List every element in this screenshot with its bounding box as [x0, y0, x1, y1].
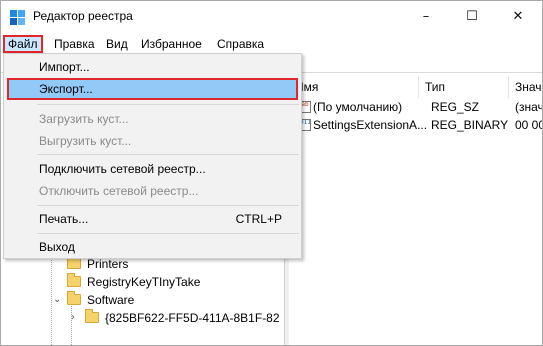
menu-item-connect-network-registry[interactable]: Подключить сетевой реестр...	[7, 158, 298, 180]
file-menu-dropdown: Импорт... Экспорт... Загрузить куст... В…	[3, 53, 302, 259]
menu-item-exit[interactable]: Выход	[7, 236, 298, 258]
value-row[interactable]: 011 SettingsExtensionA... REG_BINARY 00 …	[289, 116, 542, 134]
menu-item-import[interactable]: Импорт...	[7, 56, 298, 78]
menu-view[interactable]: Вид	[101, 35, 133, 53]
regedit-app-icon	[10, 10, 26, 26]
column-header-value[interactable]: Значе	[509, 76, 542, 98]
value-data: (знач	[515, 100, 543, 114]
column-header-name[interactable]: Имя	[289, 76, 419, 98]
menu-item-print-label: Печать...	[39, 212, 89, 226]
chevron-down-icon[interactable]: ⌄	[53, 291, 61, 309]
folder-icon	[85, 309, 99, 323]
close-button[interactable]: ✕	[495, 1, 541, 31]
value-name: SettingsExtensionA...	[313, 118, 428, 132]
value-type: REG_SZ	[431, 100, 480, 114]
menu-item-unload-hive: Выгрузить куст...	[39, 134, 132, 148]
window-title: Редактор реестра	[33, 9, 133, 23]
value-data: 00 00	[515, 118, 543, 132]
folder-open-icon	[67, 291, 81, 305]
menu-item-print[interactable]: Печать... CTRL+P	[7, 208, 298, 230]
menu-edit[interactable]: Правка	[49, 35, 100, 53]
tree-item-label: {825BF622-FF5D-411A-8B1F-82	[105, 311, 280, 325]
values-pane[interactable]: Имя Тип Значе ab (По умолчанию) REG_SZ (…	[289, 74, 542, 345]
menu-bar: Файл Правка Вид Избранное Справка	[1, 33, 542, 53]
tree-item-label: Software	[87, 293, 135, 307]
minimize-button[interactable]: –	[403, 1, 449, 31]
menu-item-load-hive: Загрузить куст...	[39, 112, 129, 126]
folder-icon	[67, 255, 81, 269]
menu-item-export[interactable]: Экспорт...	[7, 78, 298, 100]
menu-separator	[37, 205, 299, 206]
value-type: REG_BINARY	[431, 118, 509, 132]
value-row[interactable]: ab (По умолчанию) REG_SZ (знач	[289, 98, 542, 116]
maximize-button[interactable]: ☐	[449, 1, 495, 31]
menu-item-disconnect-network-registry: Отключить сетевой реестр...	[39, 184, 199, 198]
tree-item-label: RegistryKeyTInyTake	[87, 275, 201, 289]
menu-favorites[interactable]: Избранное	[136, 35, 207, 53]
menu-separator	[37, 104, 299, 105]
menu-separator	[37, 154, 299, 155]
chevron-right-icon[interactable]: ›	[71, 309, 75, 327]
print-shortcut: CTRL+P	[235, 212, 282, 226]
menu-separator	[37, 233, 299, 234]
title-bar: Редактор реестра – ☐ ✕	[1, 1, 542, 33]
folder-icon	[67, 273, 81, 287]
menu-file[interactable]: Файл	[3, 35, 43, 53]
value-name: (По умолчанию)	[313, 100, 403, 114]
column-header-type[interactable]: Тип	[419, 76, 509, 98]
registry-editor-window: Редактор реестра – ☐ ✕ Файл Правка Вид И…	[0, 0, 543, 346]
menu-help[interactable]: Справка	[212, 35, 269, 53]
